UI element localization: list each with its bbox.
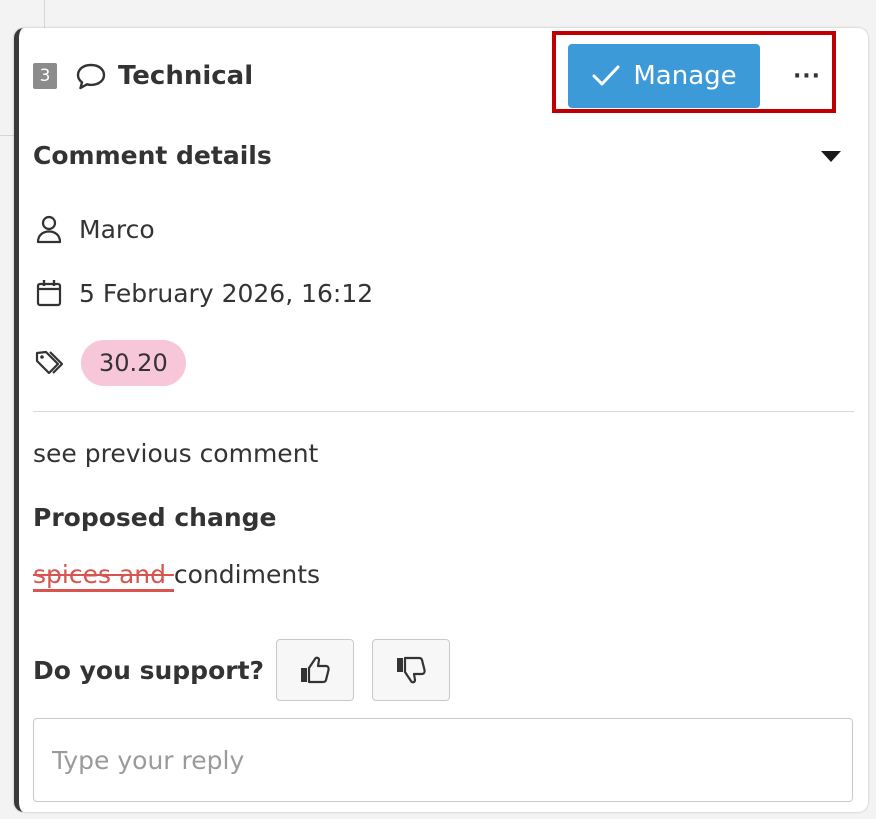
proposed-change-text: spices and condiments (33, 557, 320, 593)
comment-details-heading[interactable]: Comment details (33, 138, 272, 174)
tag-badge[interactable]: 30.20 (81, 340, 186, 386)
thumbs-down-button[interactable] (372, 639, 450, 701)
support-question-label: Do you support? (33, 656, 265, 685)
more-options-button[interactable]: ··· (787, 56, 827, 96)
comment-number-badge: 3 (33, 63, 57, 89)
background-line (0, 135, 14, 136)
inserted-text: condiments (173, 560, 321, 589)
comment-type-title: Technical (118, 61, 254, 91)
background-divider (44, 0, 45, 30)
caret-down-icon[interactable] (819, 148, 843, 164)
proposed-change-heading: Proposed change (33, 503, 277, 532)
thumbs-down-icon (394, 653, 428, 687)
deleted-text: spices and (33, 560, 174, 592)
author-name: Marco (79, 214, 155, 244)
tag-icon (33, 347, 65, 379)
calendar-icon (33, 277, 65, 309)
details-separator (33, 411, 854, 412)
comment-bubble-icon (75, 61, 107, 91)
comment-card: 3 Technical Manage ··· Comment details M… (14, 28, 868, 812)
manage-button-label: Manage (633, 61, 737, 91)
thumbs-up-icon (298, 653, 332, 687)
user-icon (33, 213, 65, 245)
comment-header: 3 Technical Manage ··· (19, 28, 868, 124)
comment-date: 5 February 2026, 16:12 (79, 278, 374, 308)
author-row: Marco (33, 209, 155, 249)
date-row: 5 February 2026, 16:12 (33, 273, 373, 313)
reply-input[interactable] (33, 718, 853, 802)
manage-button[interactable]: Manage (568, 44, 760, 108)
thumbs-up-button[interactable] (276, 639, 354, 701)
tag-row: 30.20 (33, 340, 186, 386)
comment-body-text: see previous comment (33, 439, 319, 468)
checkmark-icon (591, 62, 621, 90)
